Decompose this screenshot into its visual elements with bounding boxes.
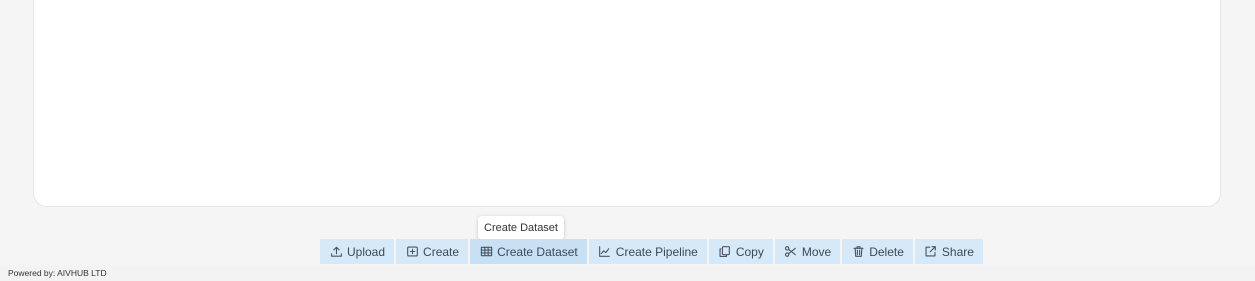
create-pipeline-label: Create Pipeline	[615, 244, 698, 259]
delete-button[interactable]: Delete	[842, 239, 913, 264]
upload-button[interactable]: Upload	[320, 239, 395, 264]
powered-by-text: Powered by: AIVHUB LTD	[8, 268, 107, 278]
create-dataset-label: Create Dataset	[497, 244, 578, 259]
create-pipeline-button[interactable]: Create Pipeline	[588, 239, 707, 264]
move-button[interactable]: Move	[774, 239, 841, 264]
delete-label: Delete	[869, 244, 904, 259]
create-dataset-tooltip: Create Dataset	[478, 216, 564, 245]
move-label: Move	[801, 244, 832, 259]
table-icon	[479, 245, 493, 259]
upload-icon	[329, 245, 343, 259]
line-chart-icon	[598, 245, 612, 259]
share-icon	[924, 245, 938, 259]
content-panel	[33, 0, 1221, 207]
create-dataset-button[interactable]: Create Dataset	[470, 239, 587, 264]
add-folder-icon	[405, 245, 419, 259]
scissors-icon	[784, 245, 798, 259]
footer-bar	[0, 265, 1255, 281]
create-button[interactable]: Create	[396, 239, 469, 264]
share-button[interactable]: Share	[914, 239, 983, 264]
copy-label: Copy	[735, 244, 764, 259]
copy-icon	[718, 245, 732, 259]
copy-button[interactable]: Copy	[708, 239, 773, 264]
upload-label: Upload	[347, 244, 386, 259]
share-label: Share	[941, 244, 974, 259]
trash-icon	[851, 245, 865, 259]
action-toolbar: Upload Create Create Dataset Create Pipe…	[320, 239, 983, 264]
create-label: Create	[423, 244, 460, 259]
